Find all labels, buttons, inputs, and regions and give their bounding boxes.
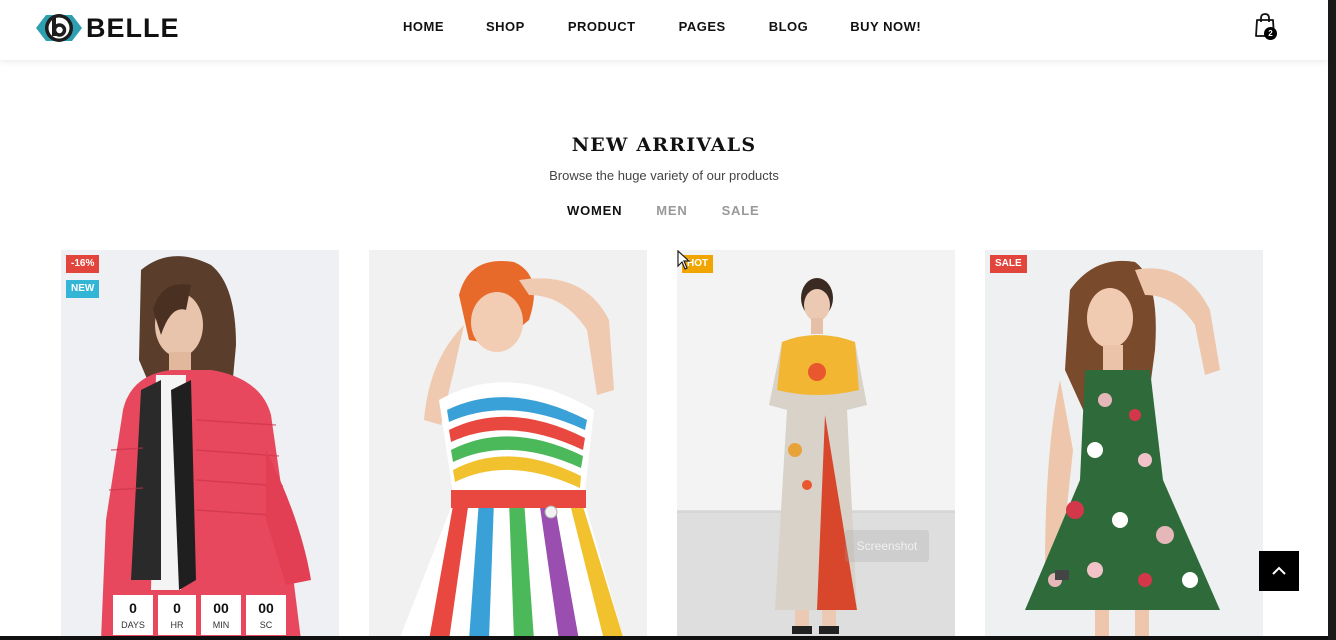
product-image (985, 250, 1263, 640)
nav-home[interactable]: HOME (403, 19, 444, 34)
countdown-seconds: 00 SC (246, 595, 286, 635)
nav-pages[interactable]: PAGES (679, 19, 726, 34)
product-card-4[interactable]: SALE (985, 250, 1263, 640)
window-edge (1328, 0, 1336, 640)
brand-logo[interactable]: BELLE (34, 9, 180, 47)
screenshot-tooltip: Screenshot (845, 530, 929, 562)
product-image (61, 250, 339, 640)
nav-buy-now[interactable]: BUY NOW! (850, 19, 921, 34)
product-image (369, 250, 647, 640)
sale-badge: SALE (990, 255, 1027, 273)
tab-women[interactable]: WOMEN (567, 203, 622, 218)
back-to-top-button[interactable] (1259, 551, 1299, 591)
product-card-1[interactable]: -16% NEW 0 DAYS 0 HR 00 MIN 00 SC (61, 250, 339, 640)
mouse-cursor-icon (677, 250, 691, 270)
nav-blog[interactable]: BLOG (769, 19, 809, 34)
nav-shop[interactable]: SHOP (486, 19, 525, 34)
tab-men[interactable]: MEN (656, 203, 687, 218)
countdown-minutes: 00 MIN (201, 595, 241, 635)
tab-sale[interactable]: SALE (722, 203, 760, 218)
category-tabs: WOMEN MEN SALE (567, 203, 759, 218)
product-image (677, 250, 955, 640)
section-subtitle: Browse the huge variety of our products (549, 168, 779, 183)
section-title: NEW ARRIVALS (571, 134, 757, 156)
countdown-hours: 0 HR (158, 595, 196, 635)
product-card-3[interactable]: HOT Screenshot (677, 250, 955, 640)
logo-icon (34, 9, 84, 47)
product-card-2[interactable] (369, 250, 647, 640)
brand-name: BELLE (86, 12, 180, 43)
countdown-days: 0 DAYS (113, 595, 153, 635)
window-bottom-edge (0, 636, 1328, 640)
cart-button[interactable]: 2 (1253, 12, 1281, 44)
chevron-up-icon (1272, 566, 1286, 575)
discount-badge: -16% (66, 255, 100, 273)
sale-countdown: 0 DAYS 0 HR 00 MIN 00 SC (113, 595, 291, 635)
main-nav: HOME SHOP PRODUCT PAGES BLOG BUY NOW! (403, 19, 921, 34)
site-header: BELLE HOME SHOP PRODUCT PAGES BLOG BUY N… (0, 0, 1328, 60)
nav-product[interactable]: PRODUCT (568, 19, 636, 34)
cart-count-badge: 2 (1264, 27, 1277, 40)
new-badge: NEW (66, 280, 100, 298)
